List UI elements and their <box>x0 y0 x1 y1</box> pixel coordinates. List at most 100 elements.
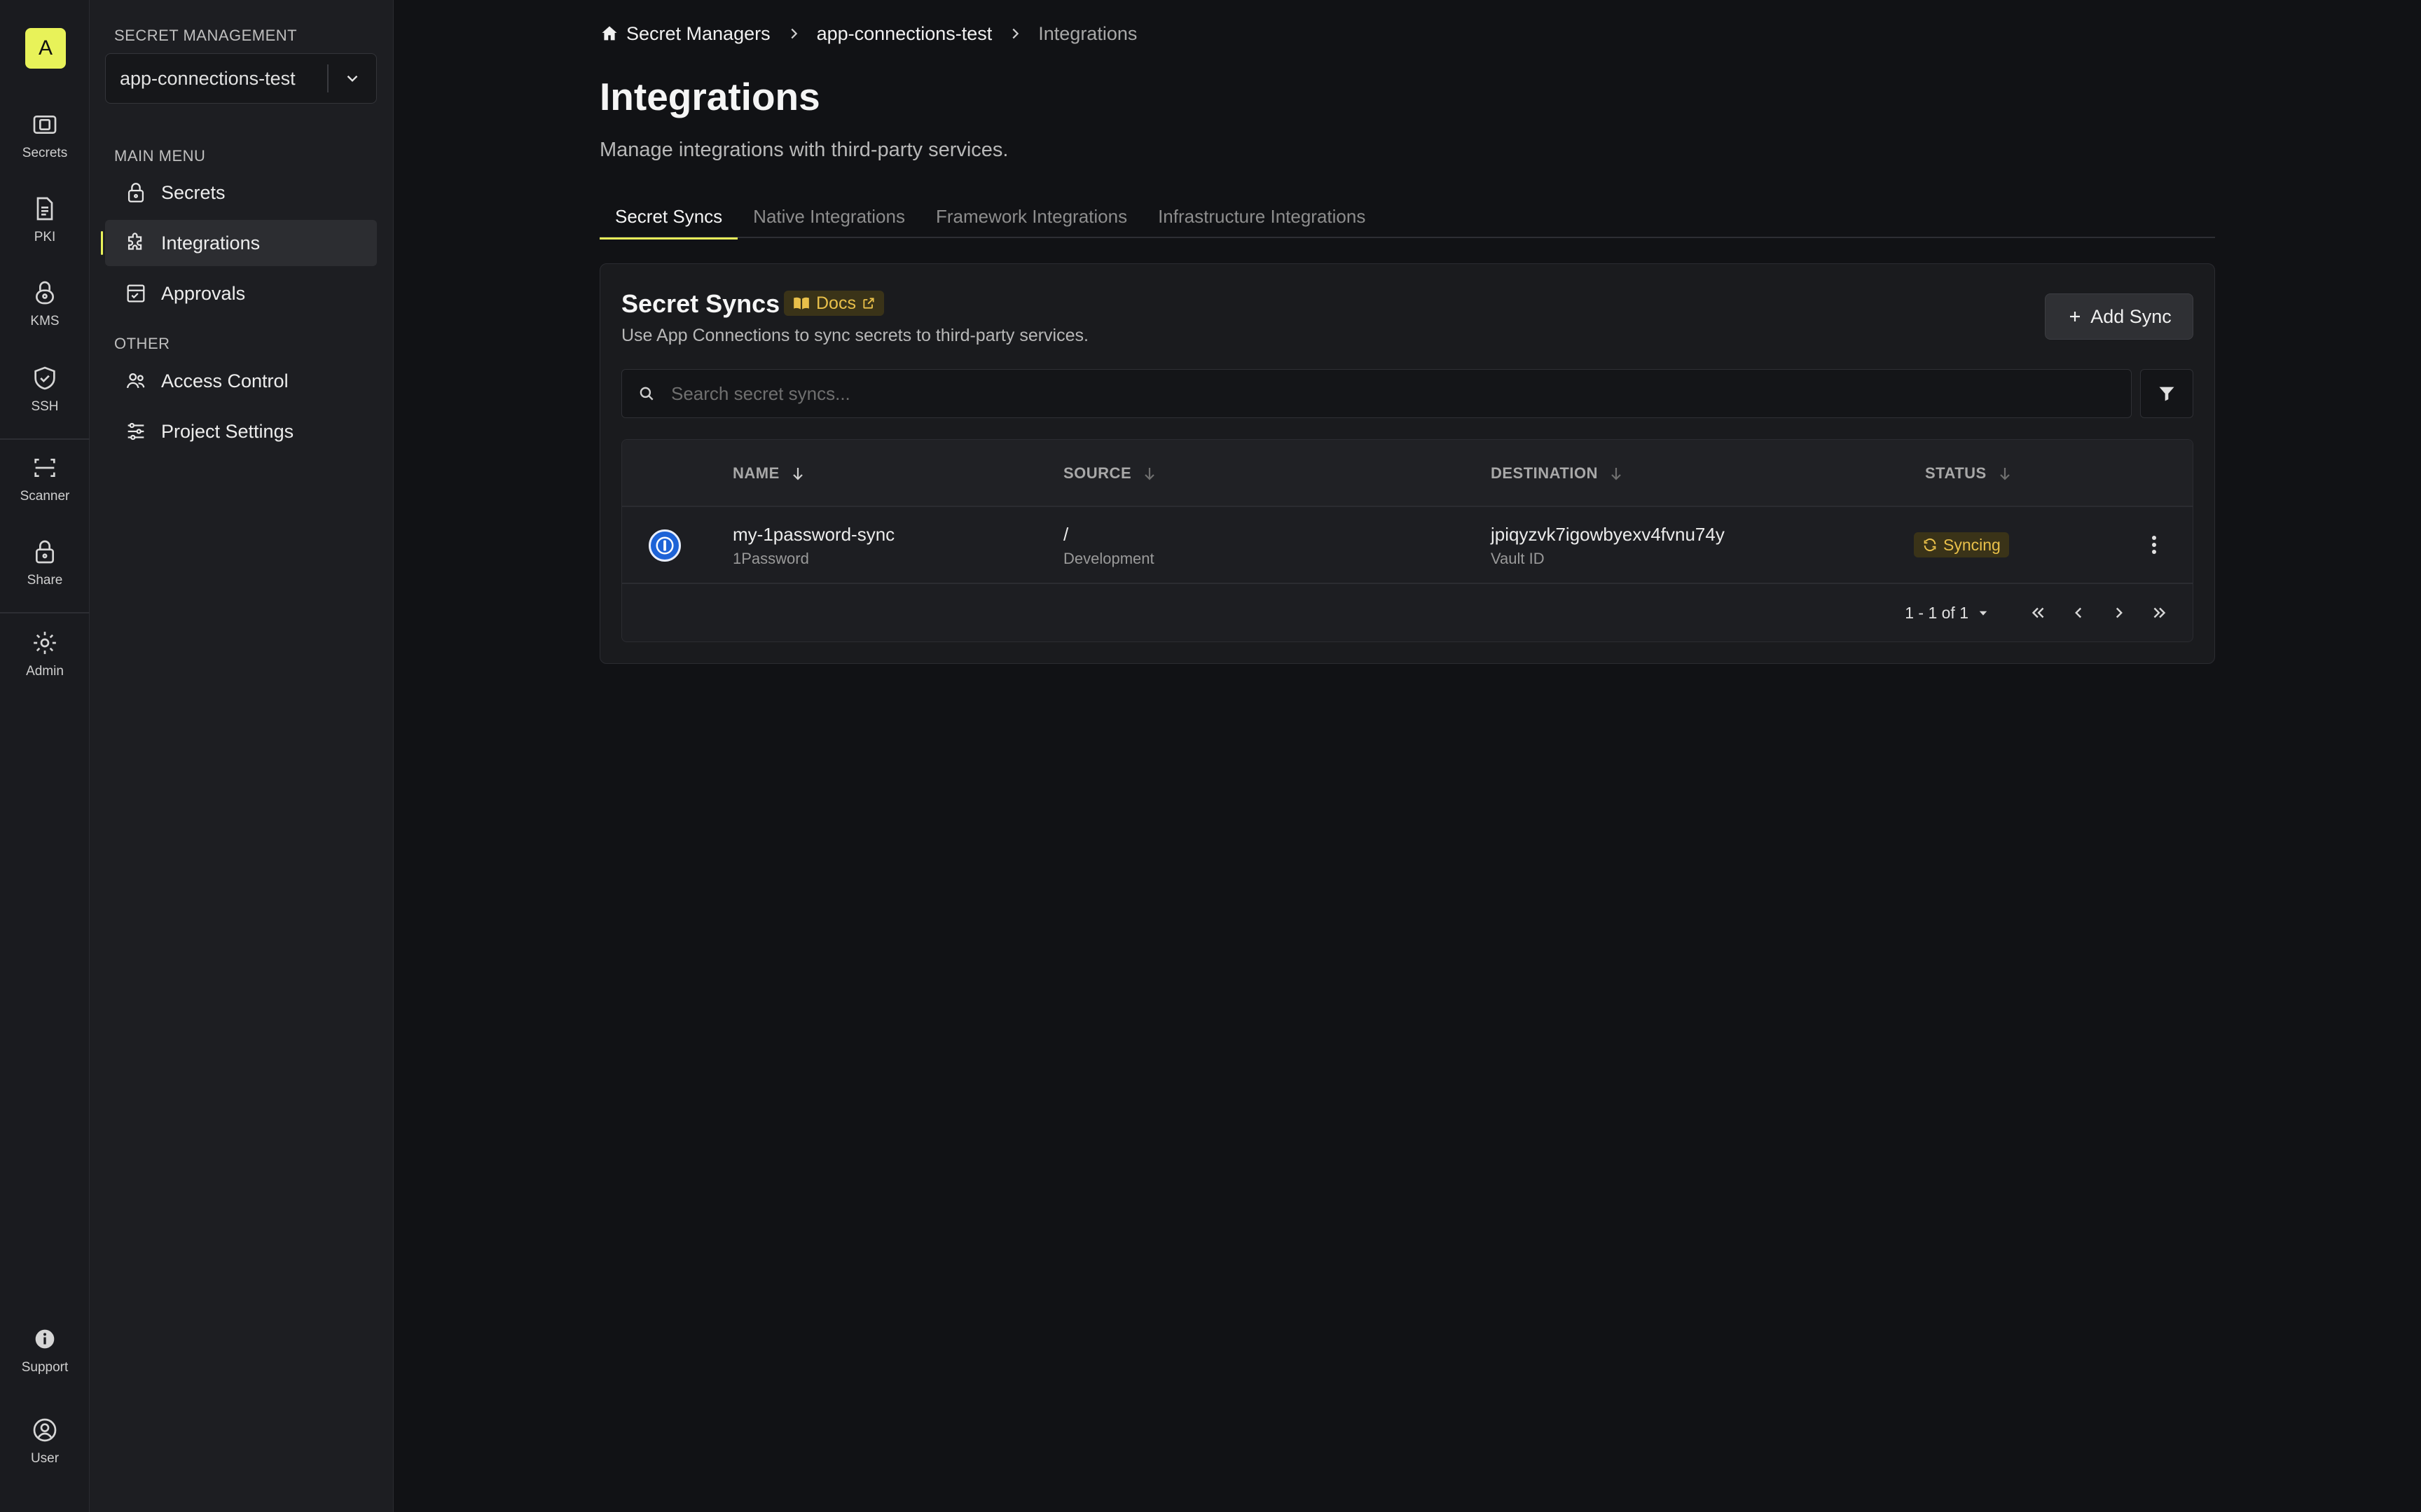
sidebar-item-label: Approvals <box>161 282 246 304</box>
source-path: / <box>1063 524 1069 545</box>
docs-link[interactable]: Docs <box>784 291 884 316</box>
more-vertical-icon[interactable] <box>2144 531 2165 559</box>
secret-syncs-card: Secret Syncs Docs Use App Connections to… <box>600 263 2215 664</box>
add-sync-label: Add Sync <box>2090 305 2172 327</box>
filter-button[interactable] <box>2140 369 2193 418</box>
sidebar-item-label: Secrets <box>161 181 226 203</box>
sidebar-item-approvals[interactable]: Approvals <box>105 270 377 317</box>
active-indicator <box>101 231 103 255</box>
column-header-source[interactable]: SOURCE <box>1063 440 1158 507</box>
status-badge: Syncing <box>1914 532 2009 557</box>
breadcrumb-home[interactable]: Secret Managers <box>600 23 771 45</box>
search-input[interactable] <box>671 382 2131 405</box>
cell-destination: jpiqyzvk7igowbyexv4fvnu74y Vault ID <box>1491 524 1725 568</box>
chevron-down-icon[interactable] <box>329 69 376 88</box>
column-label: DESTINATION <box>1491 464 1598 482</box>
rail-item-admin[interactable]: Admin <box>0 627 90 698</box>
rail-divider <box>0 438 90 440</box>
sync-icon <box>1922 537 1938 553</box>
destination-label: Vault ID <box>1491 550 1545 567</box>
sidebar: SECRET MANAGEMENT app-connections-test M… <box>90 0 394 1512</box>
project-select[interactable]: app-connections-test <box>105 53 377 104</box>
filter-icon <box>2157 384 2177 403</box>
rail-label: Support <box>21 1360 69 1375</box>
breadcrumb: Secret Managers app-connections-test Int… <box>600 21 1137 46</box>
page-title: Integrations <box>600 75 820 118</box>
column-label: SOURCE <box>1063 464 1132 482</box>
sync-name: my-1password-sync <box>733 524 895 545</box>
table-row[interactable]: my-1password-sync 1Password / Developmen… <box>622 507 2193 584</box>
rail-label: User <box>30 1451 60 1466</box>
page-subtitle: Manage integrations with third-party ser… <box>600 139 1009 161</box>
plus-icon <box>2067 308 2083 325</box>
rail-label: Admin <box>26 664 64 679</box>
external-link-icon <box>862 296 876 310</box>
rail-item-scanner[interactable]: Scanner <box>0 452 90 522</box>
lock-key-icon <box>29 277 60 308</box>
lock-icon <box>29 536 60 567</box>
users-icon <box>105 369 158 393</box>
search-bar <box>621 369 2132 418</box>
puzzle-icon <box>105 231 158 255</box>
sliders-icon <box>105 419 158 443</box>
breadcrumb-project[interactable]: app-connections-test <box>817 23 993 45</box>
pagination-range: 1 - 1 of 1 <box>1905 603 1968 622</box>
rail-item-support[interactable]: Support <box>0 1324 90 1394</box>
sidebar-item-label: Access Control <box>161 370 289 391</box>
rail-label: KMS <box>30 314 60 328</box>
sidebar-item-integrations[interactable]: Integrations <box>101 220 377 266</box>
previous-page-icon[interactable] <box>2058 595 2099 630</box>
sidebar-item-access-control[interactable]: Access Control <box>105 358 377 404</box>
main-menu-title: MAIN MENU <box>114 147 206 165</box>
destination-value: jpiqyzvk7igowbyexv4fvnu74y <box>1491 524 1725 545</box>
rail-label: PKI <box>34 230 56 244</box>
sidebar-item-project-settings[interactable]: Project Settings <box>105 408 377 455</box>
tab-infrastructure-integrations[interactable]: Infrastructure Integrations <box>1143 195 1381 238</box>
project-name: app-connections-test <box>120 67 296 89</box>
breadcrumb-current: Integrations <box>1038 22 1138 44</box>
sidebar-item-secrets[interactable]: Secrets <box>105 169 377 216</box>
column-header-destination[interactable]: DESTINATION <box>1491 440 1625 507</box>
arrow-down-icon <box>1141 465 1158 482</box>
rail-label: Secrets <box>22 146 68 160</box>
first-page-icon[interactable] <box>2018 595 2058 630</box>
docs-label: Docs <box>816 293 856 313</box>
rail-item-user[interactable]: User <box>0 1415 90 1485</box>
lock-icon <box>105 181 158 204</box>
rail-label: Share <box>27 573 63 588</box>
user-circle-icon <box>29 1415 60 1445</box>
pagination: 1 - 1 of 1 <box>1905 584 2180 641</box>
rail-divider <box>0 612 90 613</box>
caret-down-icon[interactable] <box>1977 606 1989 619</box>
chevron-right-icon <box>1007 26 1023 41</box>
tab-framework-integrations[interactable]: Framework Integrations <box>920 195 1143 238</box>
add-sync-button[interactable]: Add Sync <box>2045 293 2193 340</box>
arrow-down-icon <box>1608 465 1625 482</box>
rail-item-kms[interactable]: KMS <box>0 277 90 347</box>
org-avatar[interactable]: A <box>25 28 66 69</box>
rail-item-ssh[interactable]: SSH <box>0 363 90 433</box>
shield-check-icon <box>29 363 60 394</box>
tab-native-integrations[interactable]: Native Integrations <box>738 195 920 238</box>
integration-tabs: Secret Syncs Native Integrations Framewo… <box>600 195 2215 240</box>
tab-secret-syncs[interactable]: Secret Syncs <box>600 195 738 240</box>
last-page-icon[interactable] <box>2139 595 2180 630</box>
gear-icon <box>29 627 60 658</box>
info-icon <box>29 1324 60 1354</box>
rail-item-share[interactable]: Share <box>0 536 90 606</box>
sync-provider: 1Password <box>733 550 809 567</box>
rail-item-pki[interactable]: PKI <box>0 193 90 263</box>
column-header-status[interactable]: STATUS <box>1925 440 2013 507</box>
column-header-name[interactable]: NAME <box>733 440 806 507</box>
sidebar-section-title: SECRET MANAGEMENT <box>114 27 298 44</box>
rail-item-secrets[interactable]: Secrets <box>0 109 90 179</box>
chevron-right-icon <box>786 26 801 41</box>
rail-label: SSH <box>31 399 59 414</box>
sidebar-item-label: Integrations <box>161 232 261 254</box>
other-title: OTHER <box>114 335 170 352</box>
scan-icon <box>29 452 60 483</box>
column-label: NAME <box>733 464 780 482</box>
secret-syncs-table: NAME SOURCE DESTINATION STATUS my-1passw… <box>621 439 2193 642</box>
breadcrumb-home-label: Secret Managers <box>626 22 771 44</box>
next-page-icon[interactable] <box>2099 595 2139 630</box>
